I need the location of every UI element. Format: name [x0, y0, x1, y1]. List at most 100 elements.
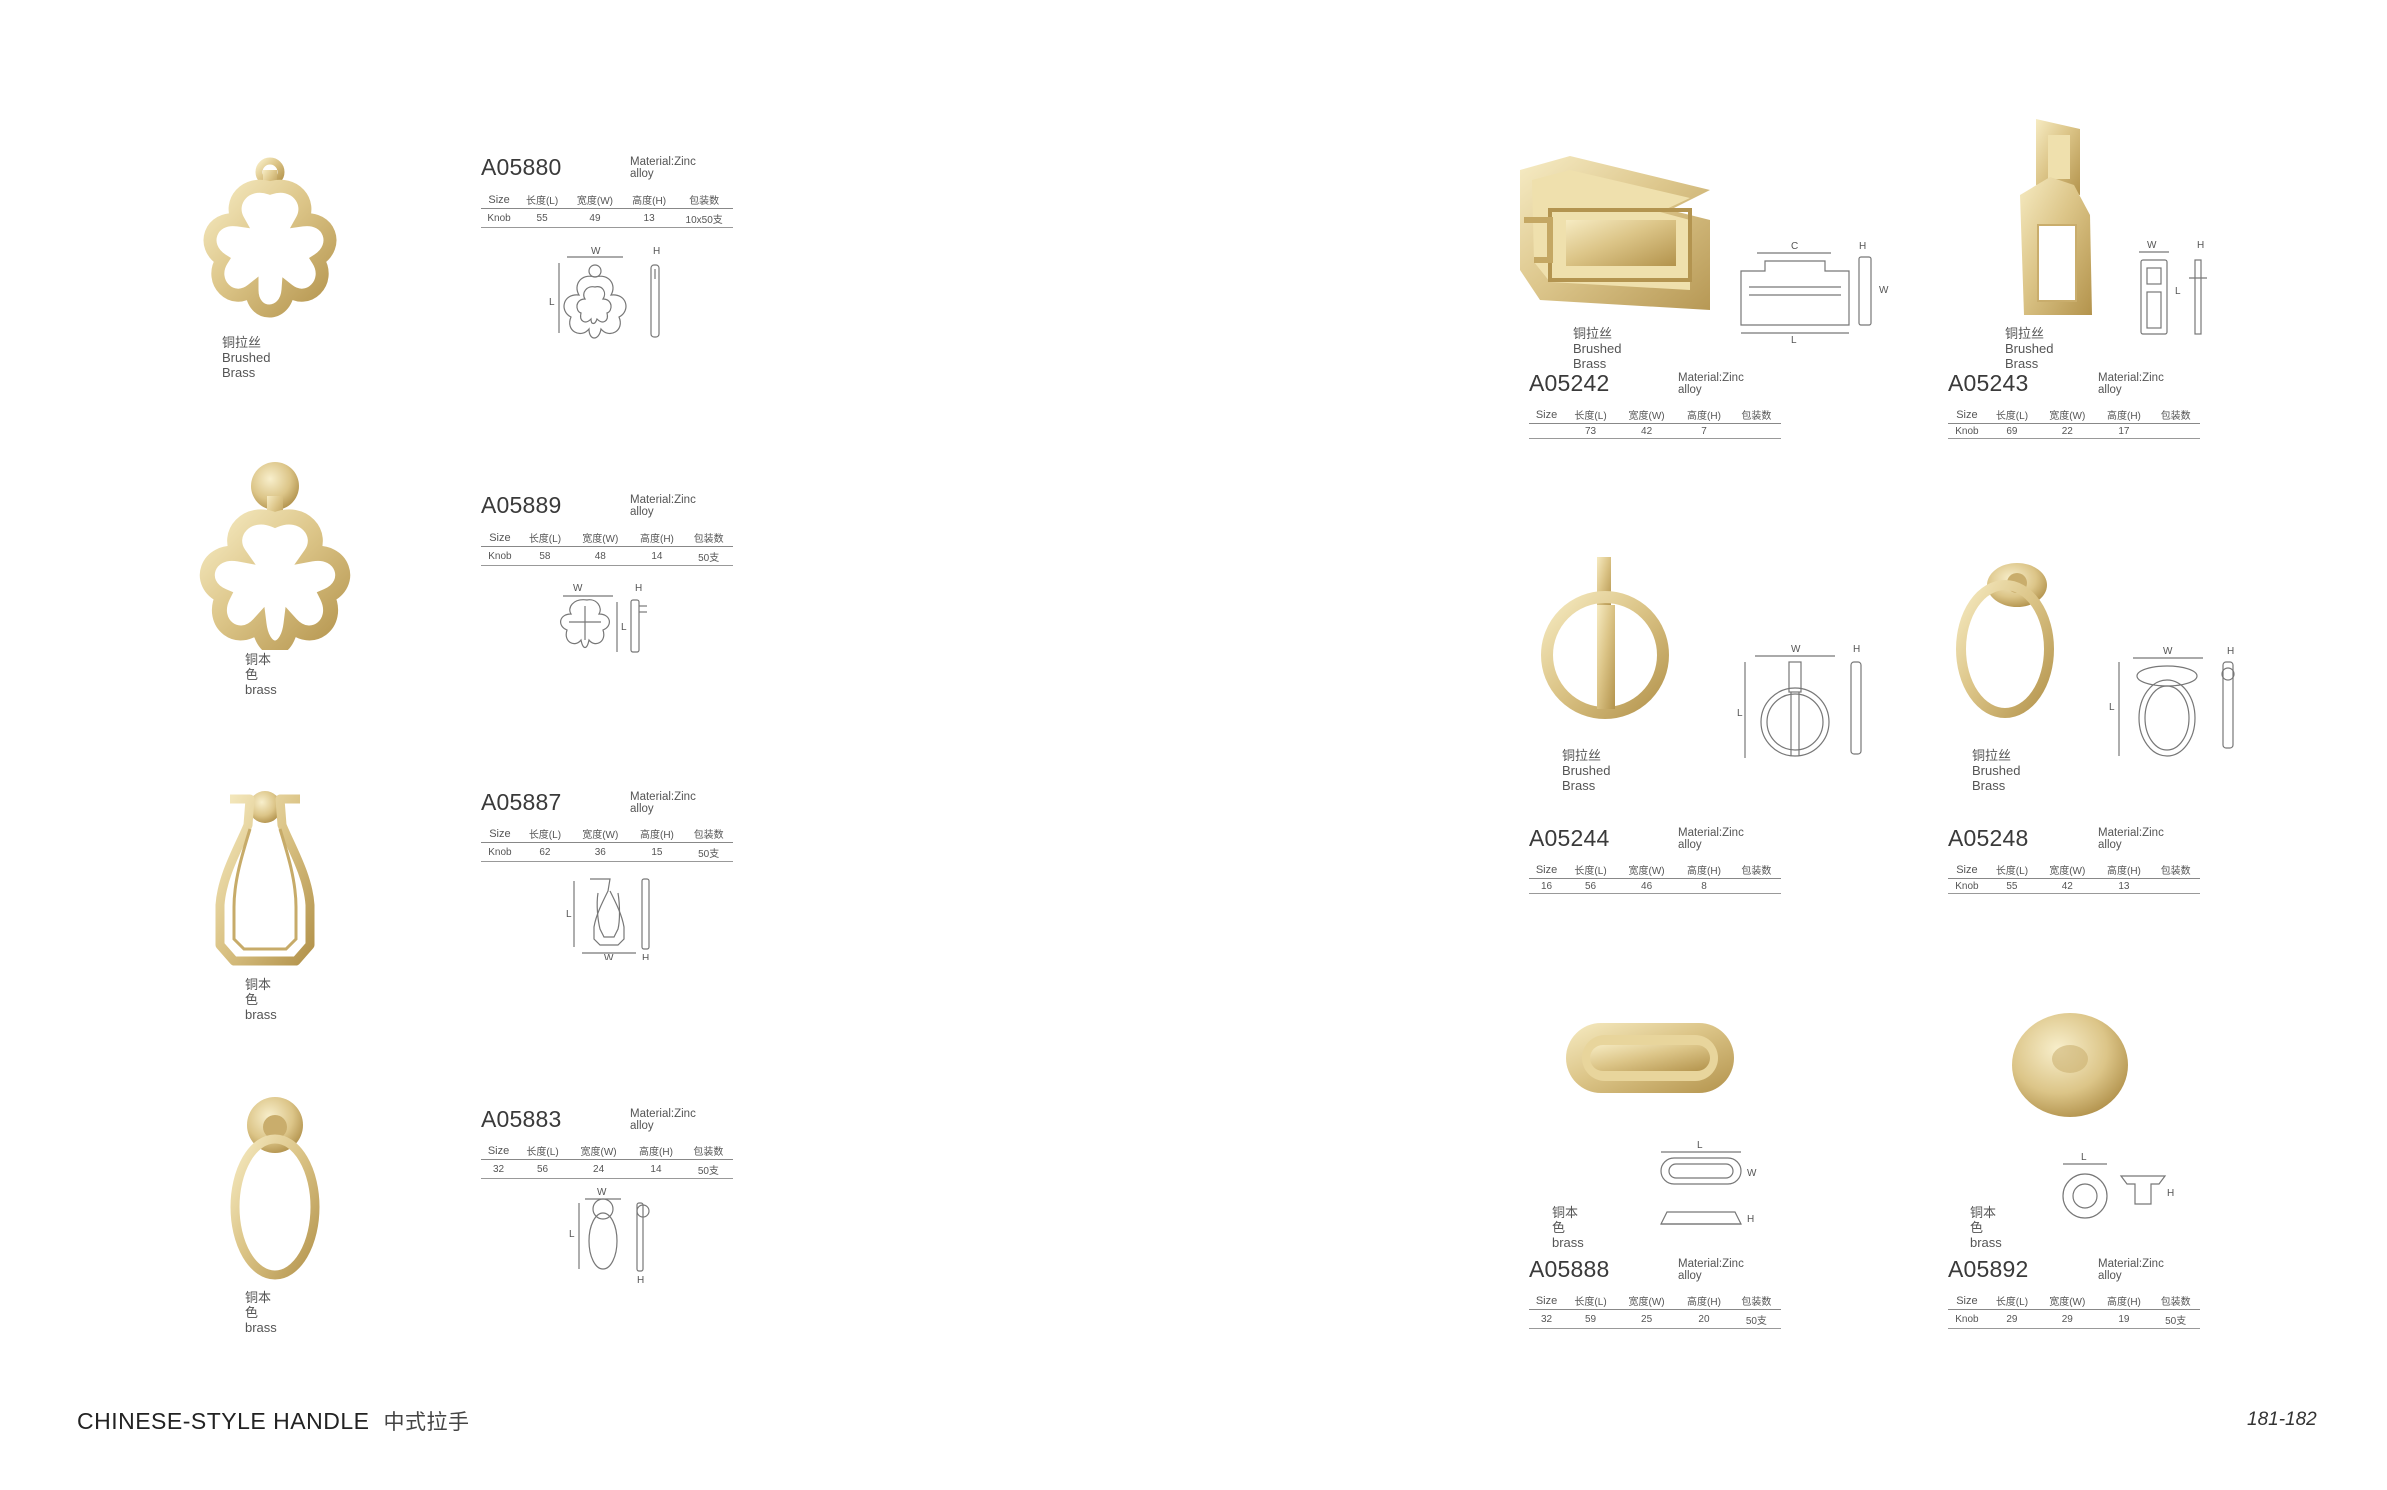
spec-cell: 50支 [1731, 1309, 1781, 1329]
spec-header: 高度(H) [622, 190, 676, 209]
spec-header: 高度(H) [2096, 1291, 2152, 1310]
spec-header: 长度(L) [1985, 860, 2039, 879]
product-code: A05883 [481, 1106, 562, 1132]
spec-header: Size [481, 190, 518, 209]
spec-cell: 16 [1529, 878, 1565, 894]
spec-cell: 50支 [684, 546, 733, 566]
material-label: Material:Zinc alloy [2098, 827, 2164, 851]
spec-header: 长度(L) [518, 528, 572, 547]
spec-header: Size [1948, 1291, 1986, 1310]
svg-text:H: H [2227, 646, 2234, 657]
spec-header: 包装数 [684, 528, 733, 547]
page-numbers: 181-182 [2247, 1409, 2317, 1430]
material-label: Material:Zinc alloy [630, 156, 696, 180]
spec-cell: 24 [568, 1159, 629, 1179]
spec-header: Size [1529, 860, 1565, 879]
pendant-drop-pull-icon [215, 791, 315, 966]
spec-header: 宽度(W) [1616, 860, 1677, 879]
spec-cell: 32 [1529, 1309, 1565, 1329]
spec-cell: 36 [571, 842, 630, 862]
spec-cell: Knob [1948, 423, 1986, 439]
table-row: 73 42 7 [1529, 423, 1781, 439]
spec-cell: 20 [1676, 1309, 1732, 1329]
spec-cell: 25 [1616, 1309, 1677, 1329]
technical-drawing: W L H [560, 583, 647, 653]
spec-header: 长度(L) [1985, 1291, 2039, 1310]
catalog-section-title: CHINESE-STYLE HANDLE 中式拉手 [77, 1406, 469, 1436]
spec-cell: 55 [517, 208, 568, 228]
spec-header: 包装数 [2151, 860, 2200, 879]
spec-cell: 14 [628, 1159, 684, 1179]
svg-text:W: W [1879, 285, 1889, 296]
finish-en: brass [1970, 1235, 2002, 1250]
oval-ring-pull-icon [1956, 563, 2054, 718]
material-label: Material:Zinc alloy [1678, 372, 1744, 396]
svg-text:L: L [549, 297, 555, 308]
spec-cell: 69 [1985, 423, 2039, 439]
spec-header: 宽度(W) [2038, 405, 2097, 424]
table-row: 16 56 46 8 [1529, 878, 1781, 894]
quatrefoil-ring-pull-icon [203, 157, 337, 318]
product-code: A05888 [1529, 1256, 1610, 1282]
spec-cell: 62 [518, 842, 572, 862]
technical-drawing: L W H [1660, 1140, 1757, 1225]
spec-header: 包装数 [1731, 405, 1781, 424]
spec-header: 长度(L) [516, 1141, 569, 1160]
spec-header: 高度(H) [2096, 405, 2152, 424]
spec-header: 包装数 [675, 190, 733, 209]
spec-header: 包装数 [1731, 1291, 1781, 1310]
spec-header: 高度(H) [629, 528, 685, 547]
material-label: Material:Zinc alloy [2098, 372, 2164, 396]
finish-cn: 铜本色 [245, 977, 272, 1007]
spec-cell: 50支 [683, 1159, 733, 1179]
spec-table: Size 长度(L) 宽度(W) 高度(H) 包装数 32 56 24 14 50支 [481, 1141, 733, 1179]
spec-header: Size [1948, 405, 1986, 424]
spec-cell: 56 [1564, 878, 1617, 894]
product-code: A05242 [1529, 370, 1610, 396]
spec-cell: 13 [2096, 878, 2152, 894]
spec-header: 包装数 [683, 1141, 733, 1160]
svg-text:H: H [2197, 240, 2204, 251]
spec-table: Size 长度(L) 宽度(W) 高度(H) 包装数 16 56 46 8 [1529, 860, 1781, 894]
spec-header: 包装数 [2151, 405, 2200, 424]
spec-header: 高度(H) [1676, 1291, 1732, 1310]
product-code: A05892 [1948, 1256, 2029, 1282]
svg-text:L: L [1697, 1140, 1703, 1151]
svg-text:L: L [2175, 286, 2181, 297]
spec-header: Size [1529, 405, 1565, 424]
spec-header: 宽度(W) [2038, 1291, 2097, 1310]
finish-label: 铜拉丝 Brushed Brass [1573, 326, 1621, 371]
spec-table: Size 长度(L) 宽度(W) 高度(H) 包装数 Knob 58 48 14 50支 [481, 528, 733, 566]
spec-cell: Knob [1948, 1309, 1986, 1329]
spec-cell: 15 [629, 842, 685, 862]
table-row: Knob 58 48 14 50支 [481, 546, 733, 566]
finish-cn: 铜本色 [245, 1290, 272, 1320]
spec-header: Size [1529, 1291, 1565, 1310]
technical-drawing: W L H [2139, 240, 2207, 335]
material-label: Material:Zinc alloy [630, 791, 696, 815]
spec-header: Size [481, 1141, 517, 1160]
rectangular-bail-pull-icon [1520, 156, 1710, 310]
svg-text:W: W [573, 583, 583, 594]
product-code: A05243 [1948, 370, 2029, 396]
spec-table: Size 长度(L) 宽度(W) 高度(H) 包装数 73 42 7 [1529, 405, 1781, 439]
svg-text:L: L [621, 622, 627, 633]
spec-cell: 59 [1564, 1309, 1617, 1329]
finish-en: Brushed Brass [1573, 341, 1622, 371]
svg-text:H: H [2167, 1188, 2174, 1199]
table-row: 32 56 24 14 50支 [481, 1159, 733, 1179]
table-row: Knob 62 36 15 50支 [481, 842, 733, 862]
finish-cn: 铜拉丝 [2005, 326, 2045, 341]
svg-text:L: L [2081, 1152, 2087, 1163]
spec-cell [1529, 423, 1565, 439]
spec-header: 长度(L) [1564, 1291, 1617, 1310]
spec-header: 宽度(W) [567, 190, 623, 209]
technical-drawing: C L H W [1740, 241, 1889, 345]
finish-label: 铜拉丝 Brushed Brass [2005, 326, 2053, 371]
spec-cell: 29 [2038, 1309, 2097, 1329]
spec-header: 包装数 [684, 824, 733, 843]
quatrefoil-ring-pull-icon [199, 462, 351, 650]
svg-text:H: H [1859, 241, 1866, 252]
product-code: A05248 [1948, 825, 2029, 851]
table-row: Knob 55 42 13 [1948, 878, 2200, 894]
